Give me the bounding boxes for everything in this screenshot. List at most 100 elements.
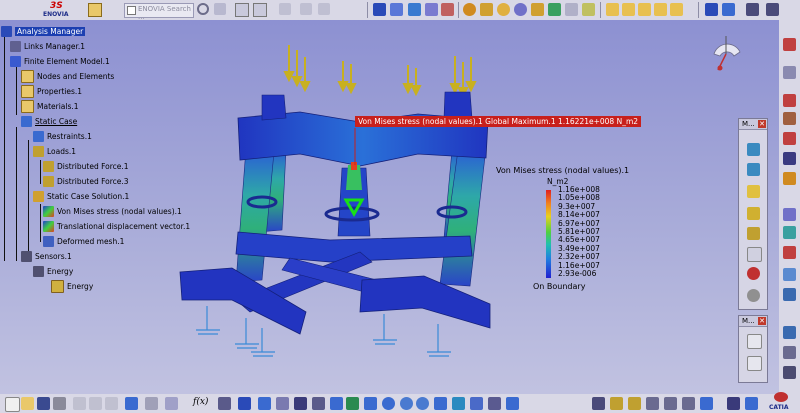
- paste-icon[interactable]: [105, 397, 118, 410]
- tree-item-nodes[interactable]: Nodes and Elements: [21, 69, 114, 83]
- normal-view-bottom-icon[interactable]: [434, 397, 447, 410]
- rotate-bottom-icon[interactable]: [382, 397, 395, 410]
- measure-icon[interactable]: [746, 3, 759, 16]
- tool-icon[interactable]: [312, 397, 325, 410]
- zoom-in-icon[interactable]: [531, 3, 544, 16]
- tree-root[interactable]: Analysis Manager: [1, 24, 86, 38]
- render-style-icon[interactable]: [373, 3, 386, 16]
- open-icon[interactable]: [21, 397, 34, 410]
- panel-tool-icon[interactable]: [747, 247, 762, 262]
- right-tool-icon[interactable]: [783, 66, 796, 79]
- analysis-tool-icon[interactable]: [682, 397, 695, 410]
- global-max-label[interactable]: Von Mises stress (nodal values).1 Global…: [355, 116, 642, 127]
- search-options-icon[interactable]: [214, 3, 226, 15]
- quick-view-icon[interactable]: [565, 3, 578, 16]
- right-tool-icon[interactable]: [783, 208, 796, 221]
- right-tool-icon[interactable]: [783, 226, 796, 239]
- tools-icon[interactable]: [300, 3, 312, 15]
- close-icon[interactable]: ✕: [758, 317, 766, 325]
- axis-icon[interactable]: [705, 3, 718, 16]
- right-tool-icon[interactable]: [783, 132, 796, 145]
- print-icon[interactable]: [53, 397, 66, 410]
- panel-tool-icon[interactable]: [747, 143, 760, 156]
- tree-item-restraints[interactable]: Restraints.1: [33, 129, 92, 143]
- right-tool-icon[interactable]: [783, 326, 796, 339]
- panel-tool-icon[interactable]: [747, 356, 762, 371]
- search-checkbox[interactable]: [127, 6, 136, 15]
- compass-tool-icon[interactable]: [722, 3, 735, 16]
- hidden-lines-icon[interactable]: [425, 3, 438, 16]
- right-tool-icon[interactable]: [783, 112, 796, 125]
- tile-window-icon[interactable]: [253, 3, 267, 17]
- right-tool-icon[interactable]: [783, 346, 796, 359]
- shading-icon[interactable]: [390, 3, 403, 16]
- redo-icon[interactable]: [145, 397, 158, 410]
- tree-item-energy-child[interactable]: Energy: [51, 279, 93, 293]
- tool-icon[interactable]: [218, 397, 231, 410]
- new-window-icon[interactable]: [235, 3, 249, 17]
- tree-item-fem[interactable]: Finite Element Model.1: [10, 54, 110, 68]
- tree-item-links-manager[interactable]: Links Manager.1: [10, 39, 85, 53]
- tree-item-materials[interactable]: Materials.1: [21, 99, 79, 113]
- panel-tool-icon[interactable]: [747, 185, 760, 198]
- right-tool-icon[interactable]: [783, 246, 796, 259]
- copy-icon[interactable]: [89, 397, 102, 410]
- plane-4-icon[interactable]: [654, 3, 667, 16]
- analysis-tool-icon[interactable]: [745, 397, 758, 410]
- right-tool-icon[interactable]: [783, 152, 796, 165]
- swap-bottom-icon[interactable]: [506, 397, 519, 410]
- compass-icon[interactable]: [706, 32, 746, 72]
- save-icon[interactable]: [37, 397, 50, 410]
- close-icon[interactable]: ✕: [758, 120, 766, 128]
- plane-yz-icon[interactable]: [606, 3, 619, 16]
- tree-item-properties[interactable]: Properties.1: [21, 84, 82, 98]
- right-tool-icon[interactable]: [783, 94, 796, 107]
- tree-item-force-3[interactable]: Distributed Force.3: [43, 174, 129, 188]
- hide-show-icon[interactable]: [582, 3, 595, 16]
- zoom-in-bottom-icon[interactable]: [400, 397, 413, 410]
- render-bottom-icon[interactable]: [470, 397, 483, 410]
- cut-icon[interactable]: [73, 397, 86, 410]
- tree-item-loads[interactable]: Loads.1: [33, 144, 76, 158]
- fly-icon[interactable]: [330, 397, 343, 410]
- fem-model-view[interactable]: [160, 30, 560, 370]
- formula-button[interactable]: f(x): [193, 397, 208, 407]
- edges-icon[interactable]: [408, 3, 421, 16]
- quick-view-bottom-icon[interactable]: [452, 397, 465, 410]
- panel-tool-icon[interactable]: [747, 289, 760, 302]
- undo-icon[interactable]: [125, 397, 138, 410]
- plane-xy-icon[interactable]: [622, 3, 635, 16]
- rotate-icon[interactable]: [514, 3, 527, 16]
- tool-icon[interactable]: [238, 397, 251, 410]
- analysis-tool-icon[interactable]: [646, 397, 659, 410]
- whats-this-icon[interactable]: [165, 397, 178, 410]
- tree-item-energy[interactable]: Energy: [33, 264, 73, 278]
- analysis-tool-icon[interactable]: [700, 397, 713, 410]
- fly-mode-icon[interactable]: [463, 3, 476, 16]
- refresh-icon[interactable]: [279, 3, 291, 15]
- pan-icon[interactable]: [497, 3, 510, 16]
- normal-view-icon[interactable]: [548, 3, 561, 16]
- hide-bottom-icon[interactable]: [488, 397, 501, 410]
- search-icon[interactable]: [197, 3, 209, 15]
- search-input[interactable]: ENOVIA Search ...: [124, 3, 194, 21]
- analysis-tool-icon[interactable]: [610, 397, 623, 410]
- panel-tool-icon[interactable]: [747, 207, 760, 220]
- fit-all-bottom-icon[interactable]: [346, 397, 359, 410]
- tool-icon[interactable]: [258, 397, 271, 410]
- options-icon[interactable]: [318, 3, 330, 15]
- material-icon[interactable]: [441, 3, 454, 16]
- right-tool-icon[interactable]: [783, 172, 796, 185]
- panel-tool-icon[interactable]: [747, 334, 762, 349]
- tool-icon[interactable]: [294, 397, 307, 410]
- tree-item-solution[interactable]: Static Case Solution.1: [33, 189, 129, 203]
- tree-item-static-case[interactable]: Static Case: [21, 114, 77, 128]
- right-tool-icon[interactable]: [783, 288, 796, 301]
- panel-tool-icon[interactable]: [747, 163, 760, 176]
- tree-item-deformed-mesh[interactable]: Deformed mesh.1: [43, 234, 124, 248]
- snap-icon[interactable]: [766, 3, 779, 16]
- plane-zx-icon[interactable]: [638, 3, 651, 16]
- zoom-out-bottom-icon[interactable]: [416, 397, 429, 410]
- tool-icon[interactable]: [276, 397, 289, 410]
- pan-bottom-icon[interactable]: [364, 397, 377, 410]
